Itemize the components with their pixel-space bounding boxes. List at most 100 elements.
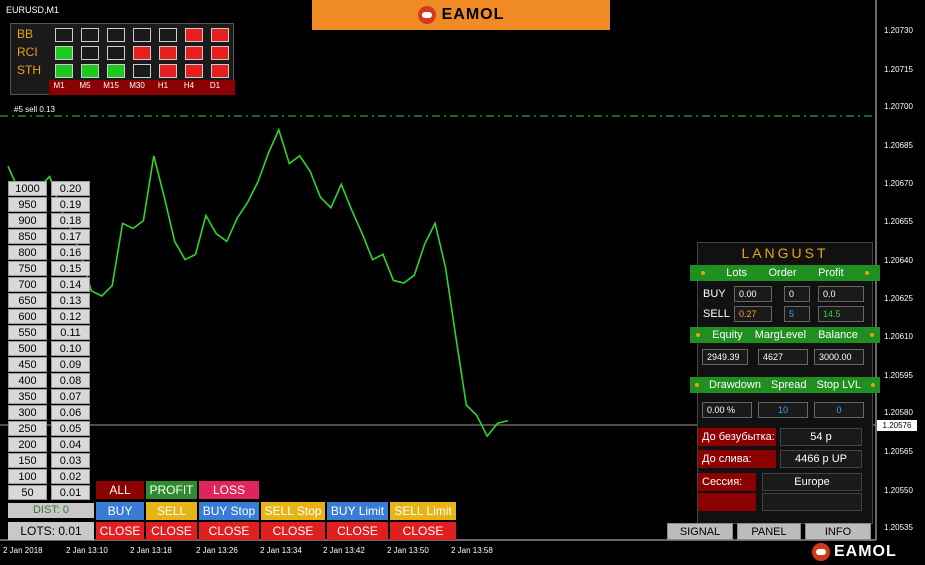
- ladder-lot-button[interactable]: 0.16: [51, 245, 90, 260]
- signal-cell-red: [133, 46, 151, 60]
- ladder-lot-button[interactable]: 0.17: [51, 229, 90, 244]
- signal-cell-empty: [107, 28, 125, 42]
- ladder-lot-button[interactable]: 0.12: [51, 309, 90, 324]
- signal-label: BB: [17, 27, 34, 41]
- brand-badge: EAMOL: [812, 540, 897, 564]
- ladder-points-button[interactable]: 500: [8, 341, 47, 356]
- ladder-points-button[interactable]: 100: [8, 469, 47, 484]
- close-buy-stop-button[interactable]: CLOSE: [199, 522, 259, 540]
- time-tick: 2 Jan 13:50: [387, 546, 429, 555]
- close-buy-button[interactable]: CLOSE: [96, 522, 144, 540]
- distance-field[interactable]: DIST: 0: [8, 503, 94, 518]
- ladder-points-button[interactable]: 250: [8, 421, 47, 436]
- brand-banner: EAMOL: [312, 0, 610, 30]
- ladder-lot-button[interactable]: 0.05: [51, 421, 90, 436]
- signal-cell-green: [107, 64, 125, 78]
- lots-field[interactable]: LOTS: 0.01: [8, 522, 94, 540]
- session-extra: [762, 493, 862, 511]
- sell-limit-button[interactable]: SELL Limit: [390, 502, 456, 520]
- sell-stop-button[interactable]: SELL Stop: [261, 502, 325, 520]
- timeframe-label: M5: [79, 81, 91, 90]
- ladder-points-button[interactable]: 300: [8, 405, 47, 420]
- info-button[interactable]: INFO: [805, 523, 871, 540]
- langust-panel: LANGUST Lots Order Profit BUY 0.00 0 0.0…: [690, 242, 880, 524]
- ladder-lot-button[interactable]: 0.14: [51, 277, 90, 292]
- signal-cell-red: [185, 46, 203, 60]
- ladder-points-button[interactable]: 150: [8, 453, 47, 468]
- ladder-points-button[interactable]: 650: [8, 293, 47, 308]
- price-tick: 1.20610: [884, 332, 913, 341]
- bullet-icon: [870, 383, 875, 387]
- close-sell-button[interactable]: CLOSE: [146, 522, 197, 540]
- ladder-lot-button[interactable]: 0.11: [51, 325, 90, 340]
- ladder-points-button[interactable]: 550: [8, 325, 47, 340]
- spread-value: 10: [758, 402, 808, 418]
- buy-button[interactable]: BUY: [96, 502, 144, 520]
- close-buy-limit-button[interactable]: CLOSE: [327, 522, 388, 540]
- bullet-icon: [700, 271, 705, 275]
- ladder-points-button[interactable]: 700: [8, 277, 47, 292]
- buy-stop-button[interactable]: BUY Stop: [199, 502, 259, 520]
- sell-profit-value: 14.5: [818, 306, 864, 322]
- price-tick: 1.20655: [884, 217, 913, 226]
- ladder-points-button[interactable]: 850: [8, 229, 47, 244]
- drawdown-value: 0.00 %: [702, 402, 752, 418]
- ladder-row: 500 0.10: [8, 341, 94, 357]
- close-all-button[interactable]: ALL: [96, 481, 144, 499]
- signal-cell-empty: [107, 46, 125, 60]
- ladder-lot-button[interactable]: 0.15: [51, 261, 90, 276]
- ladder-lot-button[interactable]: 0.07: [51, 389, 90, 404]
- ladder-points-button[interactable]: 950: [8, 197, 47, 212]
- signal-cell-red: [211, 64, 229, 78]
- ladder-lot-button[interactable]: 0.02: [51, 469, 90, 484]
- ladder-row: 650 0.13: [8, 293, 94, 309]
- ladder-lot-button[interactable]: 0.19: [51, 197, 90, 212]
- ladder-points-button[interactable]: 1000: [8, 181, 47, 196]
- ladder-lot-button[interactable]: 0.10: [51, 341, 90, 356]
- header-drawdown: Drawdown: [709, 379, 761, 391]
- ladder-lot-button[interactable]: 0.01: [51, 485, 90, 500]
- stopout-value: 4466 p UP: [780, 450, 862, 468]
- close-sell-limit-button[interactable]: CLOSE: [390, 522, 456, 540]
- price-tick: 1.20640: [884, 256, 913, 265]
- ladder-row: 950 0.19: [8, 197, 94, 213]
- ladder-lot-button[interactable]: 0.08: [51, 373, 90, 388]
- close-profit-button[interactable]: PROFIT: [146, 481, 197, 499]
- sell-lots-value: 0.27: [734, 306, 772, 322]
- signal-cell-empty: [133, 64, 151, 78]
- ladder-points-button[interactable]: 400: [8, 373, 47, 388]
- ladder-points-button[interactable]: 200: [8, 437, 47, 452]
- breakeven-value: 54 р: [780, 428, 862, 446]
- ladder-points-button[interactable]: 450: [8, 357, 47, 372]
- ladder-row: 300 0.06: [8, 405, 94, 421]
- ladder-row: 1000 0.20: [8, 181, 94, 197]
- ladder-points-button[interactable]: 50: [8, 485, 47, 500]
- ladder-lot-button[interactable]: 0.04: [51, 437, 90, 452]
- buy-limit-button[interactable]: BUY Limit: [327, 502, 388, 520]
- close-sell-stop-button[interactable]: CLOSE: [261, 522, 325, 540]
- ladder-points-button[interactable]: 900: [8, 213, 47, 228]
- sell-button[interactable]: SELL: [146, 502, 197, 520]
- robot-icon: [417, 6, 436, 24]
- ladder-row: 450 0.09: [8, 357, 94, 373]
- ladder-lot-button[interactable]: 0.06: [51, 405, 90, 420]
- signal-row: RCI: [11, 44, 233, 61]
- close-loss-button[interactable]: LOSS: [199, 481, 259, 499]
- panel-button[interactable]: PANEL: [737, 523, 801, 540]
- ladder-lot-button[interactable]: 0.09: [51, 357, 90, 372]
- ladder-lot-button[interactable]: 0.18: [51, 213, 90, 228]
- price-tick: 1.20580: [884, 408, 913, 417]
- ladder-row: 600 0.12: [8, 309, 94, 325]
- ladder-lot-button[interactable]: 0.13: [51, 293, 90, 308]
- price-tick: 1.20535: [884, 523, 913, 532]
- ladder-lot-button[interactable]: 0.20: [51, 181, 90, 196]
- robot-icon: [812, 543, 830, 561]
- session-indicator: [698, 493, 756, 511]
- signal-button[interactable]: SIGNAL: [667, 523, 733, 540]
- signal-cell-red: [159, 46, 177, 60]
- ladder-points-button[interactable]: 800: [8, 245, 47, 260]
- ladder-points-button[interactable]: 600: [8, 309, 47, 324]
- ladder-lot-button[interactable]: 0.03: [51, 453, 90, 468]
- ladder-points-button[interactable]: 750: [8, 261, 47, 276]
- ladder-points-button[interactable]: 350: [8, 389, 47, 404]
